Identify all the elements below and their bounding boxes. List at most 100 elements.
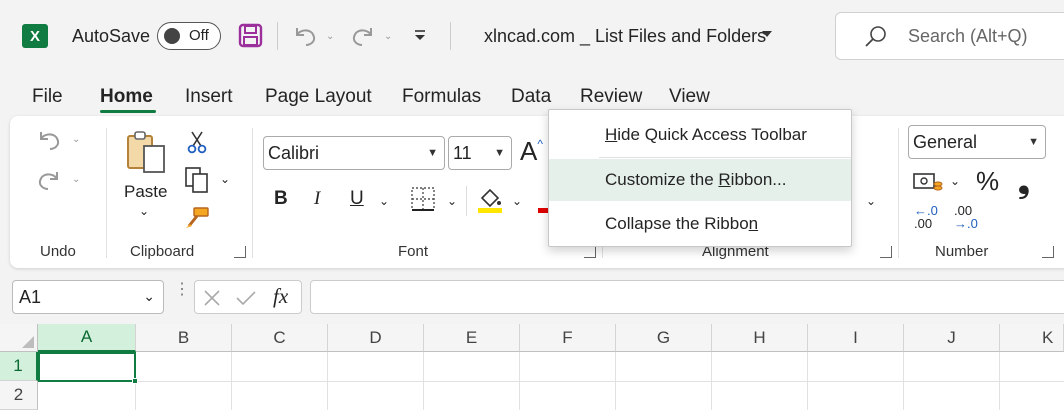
tab-insert[interactable]: Insert: [185, 86, 233, 108]
font-size-chevron-icon: ▼: [494, 147, 505, 159]
font-separator: [466, 186, 467, 216]
column-header[interactable]: F: [520, 324, 616, 352]
tab-review[interactable]: Review: [580, 86, 642, 108]
borders-dropdown-icon[interactable]: ⌄: [447, 194, 457, 208]
fill-color-icon[interactable]: [476, 186, 504, 214]
grid-line: [807, 352, 808, 410]
formula-bar-grip-icon[interactable]: ⋮: [174, 282, 190, 298]
increase-decimal-bottom: .00: [914, 216, 933, 231]
format-painter-icon[interactable]: [184, 206, 210, 230]
column-header[interactable]: I: [808, 324, 904, 352]
column-header[interactable]: B: [136, 324, 232, 352]
grid-line: [231, 352, 232, 410]
copy-dropdown-icon[interactable]: ⌄: [220, 172, 230, 186]
column-header[interactable]: A: [38, 324, 136, 352]
underline-button[interactable]: U: [350, 188, 364, 210]
clipboard-launcher-icon[interactable]: [234, 246, 246, 258]
undo-icon[interactable]: [292, 24, 318, 48]
underline-dropdown-icon[interactable]: ⌄: [379, 194, 389, 208]
tab-formulas[interactable]: Formulas: [402, 86, 481, 108]
merge-dropdown-icon[interactable]: ⌄: [866, 194, 876, 208]
cut-icon[interactable]: [186, 130, 208, 154]
ribbon-redo-icon[interactable]: [36, 168, 62, 192]
column-header[interactable]: G: [616, 324, 712, 352]
formula-input[interactable]: [310, 280, 1064, 314]
paste-icon[interactable]: [124, 130, 168, 176]
tab-page-layout[interactable]: Page Layout: [265, 86, 372, 108]
context-menu: Hide Quick Access Toolbar Customize the …: [548, 109, 852, 247]
search-box[interactable]: Search (Alt+Q): [835, 12, 1064, 60]
font-name-select[interactable]: Calibri ▼: [263, 136, 445, 170]
formula-buttons: fx: [194, 280, 302, 314]
active-cell[interactable]: [38, 352, 136, 382]
grow-font-label: A: [520, 136, 538, 166]
autosave-label: AutoSave: [72, 26, 151, 46]
name-box-chevron-icon: ⌄: [143, 288, 155, 304]
select-all-corner[interactable]: [0, 324, 38, 352]
bold-button[interactable]: B: [274, 188, 288, 210]
column-header[interactable]: D: [328, 324, 424, 352]
increase-decimal-button[interactable]: ←.0 .00: [914, 204, 938, 230]
comma-style-button[interactable]: ❟: [1018, 166, 1030, 200]
group-label-undo: Undo: [40, 243, 76, 260]
tab-view[interactable]: View: [669, 86, 710, 108]
number-launcher-icon[interactable]: [1042, 246, 1054, 258]
font-launcher-icon[interactable]: [584, 246, 596, 258]
enter-check-icon[interactable]: [235, 289, 257, 307]
document-title[interactable]: xlncad.com _ List Files and Folders: [484, 26, 766, 47]
redo-dropdown-icon[interactable]: ⌄: [384, 31, 392, 42]
font-size-select[interactable]: 11 ▼: [448, 136, 512, 170]
ribbon-undo-icon[interactable]: [36, 128, 62, 152]
row-header[interactable]: 2: [0, 381, 38, 410]
menu-item-text: Hide Quick Access Toolbar: [605, 125, 807, 144]
tab-file[interactable]: File: [32, 86, 63, 108]
paste-label[interactable]: Paste: [124, 182, 167, 202]
name-box[interactable]: A1 ⌄: [12, 280, 164, 314]
customize-toolbar-icon[interactable]: [412, 28, 428, 44]
menu-item-collapse-ribbon[interactable]: Collapse the Ribbon: [549, 203, 851, 245]
column-header[interactable]: E: [424, 324, 520, 352]
autosave-state: Off: [189, 27, 209, 44]
toolbar-separator: [277, 22, 278, 50]
tab-data[interactable]: Data: [511, 86, 551, 108]
redo-icon[interactable]: [350, 24, 376, 48]
font-name-chevron-icon: ▼: [427, 147, 438, 159]
grid-line: [38, 381, 1064, 382]
menu-item-text: Collapse the Ribbon: [605, 214, 759, 233]
save-icon[interactable]: [238, 23, 263, 48]
accounting-dropdown-icon[interactable]: ⌄: [950, 174, 960, 188]
column-header[interactable]: K: [1000, 324, 1064, 352]
number-format-select[interactable]: General ▼: [908, 125, 1046, 159]
grid-line: [519, 352, 520, 410]
group-separator: [252, 128, 253, 258]
grid-line: [423, 352, 424, 410]
tab-home[interactable]: Home: [100, 86, 153, 108]
menu-item-customize-ribbon[interactable]: Customize the Ribbon...: [549, 159, 851, 201]
fill-handle[interactable]: [132, 378, 138, 384]
autosave-toggle[interactable]: Off: [157, 22, 221, 50]
insert-function-icon[interactable]: fx: [273, 284, 288, 309]
grid-line: [903, 352, 904, 410]
undo-dropdown-icon[interactable]: ⌄: [326, 31, 334, 42]
ribbon-redo-dropdown-icon[interactable]: ⌄: [72, 174, 80, 185]
document-title-dropdown-icon[interactable]: [762, 31, 772, 37]
copy-icon[interactable]: [184, 166, 210, 194]
accounting-format-icon[interactable]: [912, 170, 944, 194]
decrease-decimal-button[interactable]: .00 →.0: [954, 204, 978, 230]
percent-style-button[interactable]: %: [976, 166, 999, 197]
row-header[interactable]: 1: [0, 352, 38, 381]
ribbon-undo-dropdown-icon[interactable]: ⌄: [72, 134, 80, 145]
fill-color-dropdown-icon[interactable]: ⌄: [512, 194, 522, 208]
column-header[interactable]: C: [232, 324, 328, 352]
search-icon: [865, 26, 886, 47]
column-header[interactable]: J: [904, 324, 1000, 352]
paste-dropdown-icon[interactable]: ⌄: [139, 204, 149, 218]
italic-button[interactable]: I: [314, 188, 320, 210]
menu-item-hide-quick-access-toolbar[interactable]: Hide Quick Access Toolbar: [549, 114, 851, 156]
cancel-icon[interactable]: [203, 289, 221, 307]
column-header[interactable]: H: [712, 324, 808, 352]
borders-icon[interactable]: [410, 186, 436, 212]
grow-font-button[interactable]: A^: [520, 136, 543, 167]
grid-line: [711, 352, 712, 410]
alignment-launcher-icon[interactable]: [880, 246, 892, 258]
